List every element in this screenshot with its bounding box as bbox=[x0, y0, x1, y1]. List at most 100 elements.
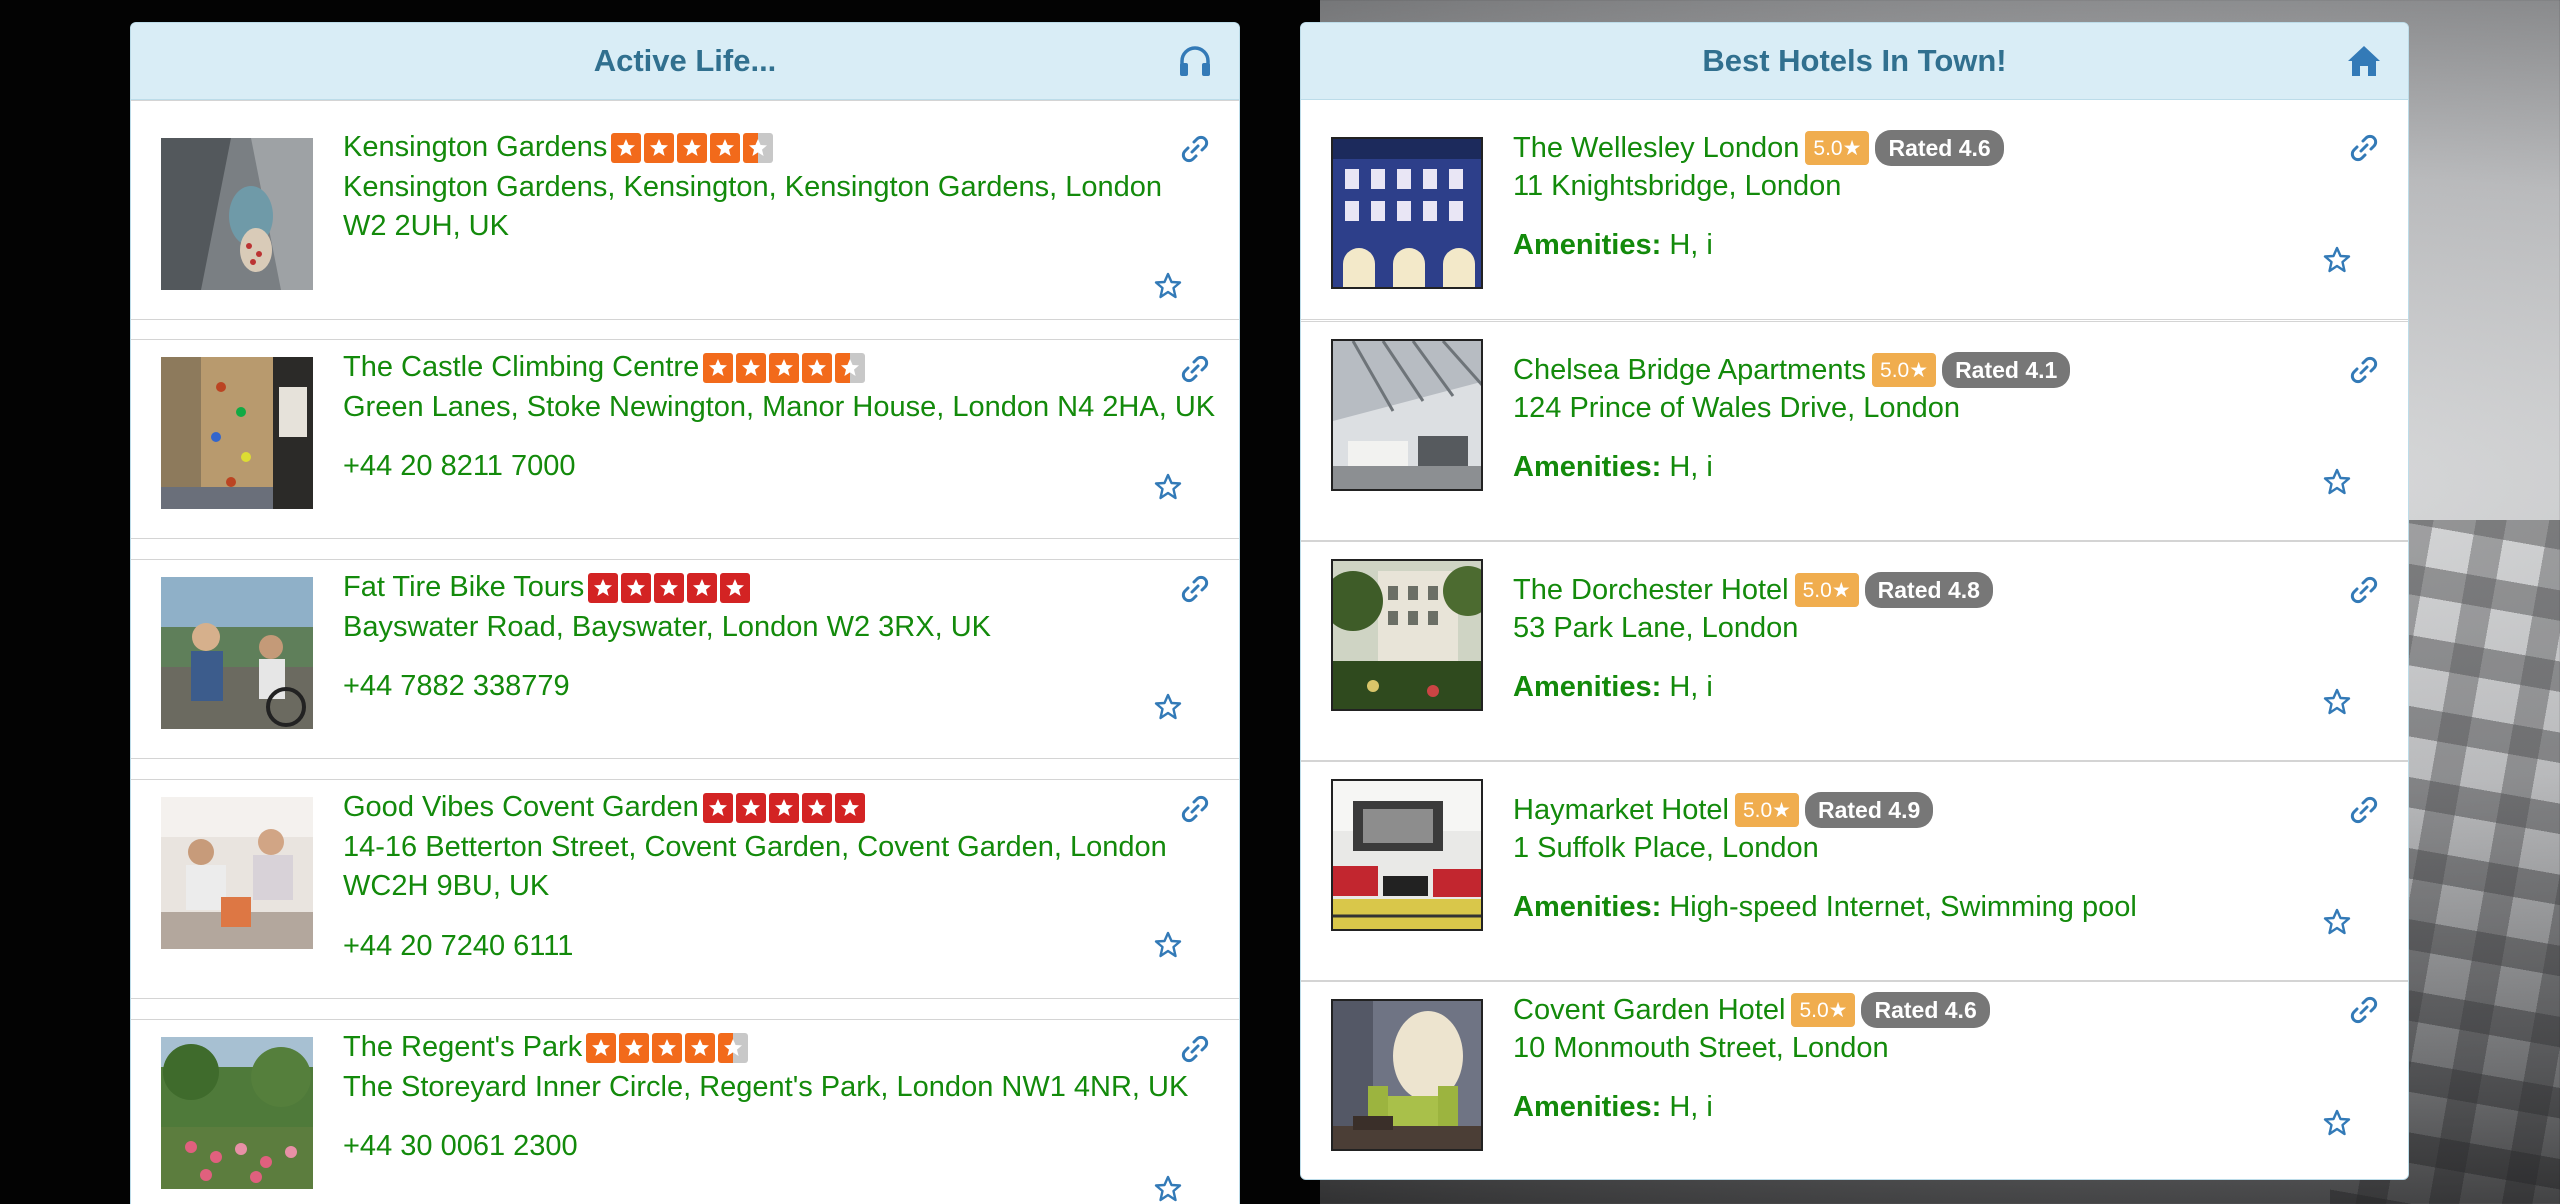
link-icon[interactable] bbox=[1179, 1033, 1211, 1065]
hotel-address: 53 Park Lane, London bbox=[1513, 612, 1799, 644]
hotel-name-link[interactable]: Haymarket Hotel bbox=[1513, 794, 1729, 827]
rating-stars bbox=[702, 792, 865, 823]
hotel-amenities: Amenities: H, i bbox=[1513, 1091, 1713, 1124]
hotel-rating-badge: Rated 4.9 bbox=[1805, 792, 1934, 828]
favorite-star-icon[interactable] bbox=[2322, 1108, 2352, 1138]
activity-photo bbox=[161, 357, 313, 509]
star-full-icon bbox=[619, 1032, 650, 1063]
star-full-icon bbox=[736, 352, 767, 383]
hotel-name-link[interactable]: The Wellesley London bbox=[1513, 132, 1799, 165]
favorite-star-icon[interactable] bbox=[1153, 271, 1183, 301]
link-icon[interactable] bbox=[2348, 574, 2380, 606]
link-icon[interactable] bbox=[1179, 793, 1211, 825]
link-icon[interactable] bbox=[1179, 353, 1211, 385]
hotel-photo bbox=[1331, 137, 1483, 289]
favorite-star-icon[interactable] bbox=[2322, 687, 2352, 717]
rating-stars bbox=[611, 132, 774, 163]
activity-address: 14-16 Betterton Street, Covent Garden, C… bbox=[343, 831, 1167, 863]
activity-name-link[interactable]: Fat Tire Bike Tours bbox=[343, 571, 584, 604]
list-item[interactable]: The Castle Climbing Centre Green Lanes, … bbox=[131, 339, 1239, 539]
favorite-star-icon[interactable] bbox=[2322, 467, 2352, 497]
activity-phone: +44 30 0061 2300 bbox=[343, 1130, 578, 1162]
rating-stars bbox=[586, 1032, 749, 1063]
favorite-star-icon[interactable] bbox=[2322, 907, 2352, 937]
activity-name-link[interactable]: Kensington Gardens bbox=[343, 131, 607, 164]
panel-title: Best Hotels In Town! bbox=[1702, 43, 2007, 78]
star-full-icon bbox=[654, 572, 685, 603]
star-half-icon bbox=[835, 352, 866, 383]
list-item[interactable]: Good Vibes Covent Garden 14-16 Betterton… bbox=[131, 779, 1239, 999]
link-icon[interactable] bbox=[2348, 994, 2380, 1026]
hotel-name-line: Haymarket Hotel 5.0★ Rated 4.9 bbox=[1513, 792, 1934, 828]
hotel-name-link[interactable]: Chelsea Bridge Apartments bbox=[1513, 354, 1866, 387]
activity-name-line: Kensington Gardens bbox=[343, 131, 774, 164]
star-full-icon bbox=[677, 132, 708, 163]
amenities-value: H, i bbox=[1669, 229, 1713, 261]
activity-address: Bayswater Road, Bayswater, London W2 3RX… bbox=[343, 611, 991, 643]
star-full-icon bbox=[611, 132, 642, 163]
hotel-name-line: The Dorchester Hotel 5.0★ Rated 4.8 bbox=[1513, 572, 1993, 608]
hotel-amenities: Amenities: H, i bbox=[1513, 229, 1713, 262]
favorite-star-icon[interactable] bbox=[1153, 472, 1183, 502]
link-icon[interactable] bbox=[2348, 794, 2380, 826]
favorite-star-icon[interactable] bbox=[2322, 245, 2352, 275]
active-life-panel: Active Life... Kensington Gardens Kensin… bbox=[130, 22, 1240, 1204]
activity-phone: +44 7882 338779 bbox=[343, 670, 570, 702]
link-icon[interactable] bbox=[2348, 132, 2380, 164]
star-full-icon bbox=[586, 1032, 617, 1063]
star-full-icon bbox=[621, 572, 652, 603]
headphones-icon[interactable] bbox=[1177, 43, 1213, 79]
rating-stars bbox=[588, 572, 751, 603]
activity-name-link[interactable]: Good Vibes Covent Garden bbox=[343, 791, 699, 824]
activity-name-link[interactable]: The Castle Climbing Centre bbox=[343, 351, 699, 384]
hotel-name-link[interactable]: The Dorchester Hotel bbox=[1513, 574, 1789, 607]
hotel-class-badge: 5.0★ bbox=[1872, 353, 1937, 387]
favorite-star-icon[interactable] bbox=[1153, 692, 1183, 722]
amenities-label: Amenities: bbox=[1513, 229, 1662, 261]
star-full-icon bbox=[644, 132, 675, 163]
hotel-photo bbox=[1331, 999, 1483, 1151]
activity-address-cont: WC2H 9BU, UK bbox=[343, 870, 550, 902]
hotel-item[interactable]: The Wellesley London 5.0★ Rated 4.6 11 K… bbox=[1301, 100, 2408, 320]
panel-header: Active Life... bbox=[131, 23, 1239, 100]
activity-name-link[interactable]: The Regent's Park bbox=[343, 1031, 582, 1064]
hotel-item[interactable]: Covent Garden Hotel 5.0★ Rated 4.6 10 Mo… bbox=[1301, 981, 2408, 1179]
link-icon[interactable] bbox=[1179, 573, 1211, 605]
amenities-value: H, i bbox=[1669, 671, 1713, 703]
list-item[interactable]: Fat Tire Bike Tours Bayswater Road, Bays… bbox=[131, 559, 1239, 759]
hotel-rating-badge: Rated 4.1 bbox=[1942, 352, 2071, 388]
activity-photo bbox=[161, 138, 313, 290]
star-full-icon bbox=[834, 792, 865, 823]
favorite-star-icon[interactable] bbox=[1153, 1174, 1183, 1204]
activity-phone: +44 20 7240 6111 bbox=[343, 930, 574, 962]
hotel-item[interactable]: Chelsea Bridge Apartments 5.0★ Rated 4.1… bbox=[1301, 321, 2408, 541]
hotel-amenities: Amenities: H, i bbox=[1513, 671, 1713, 704]
link-icon[interactable] bbox=[2348, 354, 2380, 386]
hotel-amenities: Amenities: H, i bbox=[1513, 451, 1713, 484]
activity-address-cont: W2 2UH, UK bbox=[343, 210, 509, 242]
hotel-name-link[interactable]: Covent Garden Hotel bbox=[1513, 994, 1785, 1027]
hotel-name-line: Covent Garden Hotel 5.0★ Rated 4.6 bbox=[1513, 992, 1990, 1028]
star-full-icon bbox=[720, 572, 751, 603]
list-item[interactable]: Kensington Gardens Kensington Gardens, K… bbox=[131, 100, 1239, 320]
star-full-icon bbox=[801, 792, 832, 823]
list-item[interactable]: The Regent's Park The Storeyard Inner Ci… bbox=[131, 1019, 1239, 1204]
star-full-icon bbox=[735, 792, 766, 823]
hotel-rating-badge: Rated 4.6 bbox=[1861, 992, 1990, 1028]
home-icon[interactable] bbox=[2346, 43, 2382, 79]
amenities-value: H, i bbox=[1669, 1091, 1713, 1123]
link-icon[interactable] bbox=[1179, 133, 1211, 165]
hotel-item[interactable]: Haymarket Hotel 5.0★ Rated 4.9 1 Suffolk… bbox=[1301, 761, 2408, 981]
panel-title: Active Life... bbox=[593, 43, 777, 78]
amenities-label: Amenities: bbox=[1513, 1091, 1662, 1123]
hotel-item[interactable]: The Dorchester Hotel 5.0★ Rated 4.8 53 P… bbox=[1301, 541, 2408, 761]
activity-photo bbox=[161, 577, 313, 729]
activity-address: Green Lanes, Stoke Newington, Manor Hous… bbox=[343, 391, 1216, 423]
star-half-icon bbox=[718, 1032, 749, 1063]
hotel-amenities: Amenities: High-speed Internet, Swimming… bbox=[1513, 891, 2137, 924]
hotels-panel: Best Hotels In Town! The Wellesley Londo… bbox=[1300, 22, 2409, 1180]
hotel-address: 11 Knightsbridge, London bbox=[1513, 170, 1842, 202]
hotel-photo bbox=[1331, 559, 1483, 711]
favorite-star-icon[interactable] bbox=[1153, 930, 1183, 960]
hotel-rating-badge: Rated 4.6 bbox=[1875, 130, 2004, 166]
